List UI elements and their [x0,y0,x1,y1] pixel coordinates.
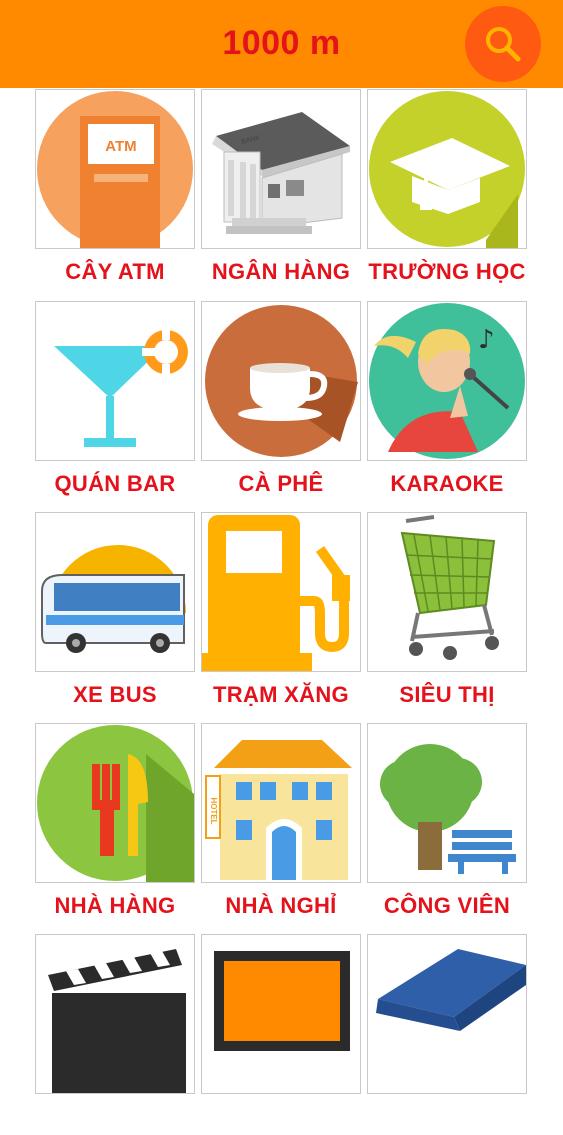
category-tile[interactable] [35,512,195,672]
category-tile[interactable] [367,723,527,883]
category-tile[interactable] [367,934,527,1094]
search-button[interactable] [465,6,541,82]
svg-text:♪: ♪ [478,325,495,355]
category-tile[interactable] [35,301,195,461]
category-label: SIÊU THỊ [399,682,495,707]
category-label: TRẠM XĂNG [213,682,349,707]
search-icon [486,27,521,62]
atm-sign: ATM [105,138,136,155]
atm-icon: ATM [37,91,193,248]
category-tile[interactable] [201,934,361,1094]
coffee-cup-icon [205,305,358,457]
category-karaoke[interactable]: ♪ KARAOKE [367,301,527,502]
category-label: CÀ PHÊ [238,471,324,496]
category-label: CÂY ATM [65,259,165,284]
bank-icon: BANK [212,112,350,234]
singer-icon: ♪ [369,303,525,459]
category-label: NHÀ NGHỈ [225,893,337,918]
category-tile[interactable]: ♪ [367,301,527,461]
category-school[interactable]: TRƯỜNG HỌC [367,89,527,290]
category-cinema[interactable] [35,934,195,1135]
hotel-icon: HOTEL [205,740,352,880]
category-tile[interactable] [367,512,527,672]
category-atm[interactable]: ATM CÂY ATM [35,89,195,290]
category-bank[interactable]: BANK NGÂN HÀNG [201,89,361,290]
category-tv[interactable] [201,934,361,1135]
clapperboard-icon [48,949,186,1093]
category-label: TRƯỜNG HỌC [368,259,526,284]
category-tile[interactable]: ATM [35,89,195,249]
graduation-cap-icon [369,91,525,248]
bus-icon [41,545,186,653]
tv-icon [214,951,350,1051]
category-library[interactable] [367,934,527,1135]
category-gas-station[interactable]: TRẠM XĂNG [201,512,361,713]
category-tile[interactable]: HOTEL [201,723,361,883]
category-coffee[interactable]: CÀ PHÊ [201,301,361,502]
category-bus[interactable]: XE BUS [35,512,195,713]
category-bar[interactable]: QUÁN BAR [35,301,195,502]
category-tile[interactable] [35,934,195,1094]
park-tree-icon [380,744,516,874]
book-icon [376,949,526,1031]
category-tile[interactable] [367,89,527,249]
shopping-cart-icon [400,515,499,660]
hotel-sign: HOTEL [209,797,218,824]
category-park[interactable]: CÔNG VIÊN [367,723,527,924]
category-label: XE BUS [73,682,157,707]
fork-knife-icon [37,725,194,882]
category-restaurant[interactable]: NHÀ HÀNG [35,723,195,924]
category-tile[interactable]: BANK [201,89,361,249]
category-label: QUÁN BAR [54,471,176,496]
category-tile[interactable] [201,301,361,461]
category-tile[interactable] [35,723,195,883]
category-label: NHÀ HÀNG [54,893,176,918]
category-supermarket[interactable]: SIÊU THỊ [367,512,527,713]
category-label: NGÂN HÀNG [211,259,351,284]
category-tile[interactable] [201,512,361,672]
top-bar: 1000 m [0,0,563,88]
category-hotel[interactable]: HOTEL NHÀ NGHỈ [201,723,361,924]
fuel-pump-icon [202,515,350,671]
cocktail-icon [54,330,188,447]
category-label: CÔNG VIÊN [383,893,511,918]
category-label: KARAOKE [390,471,504,496]
